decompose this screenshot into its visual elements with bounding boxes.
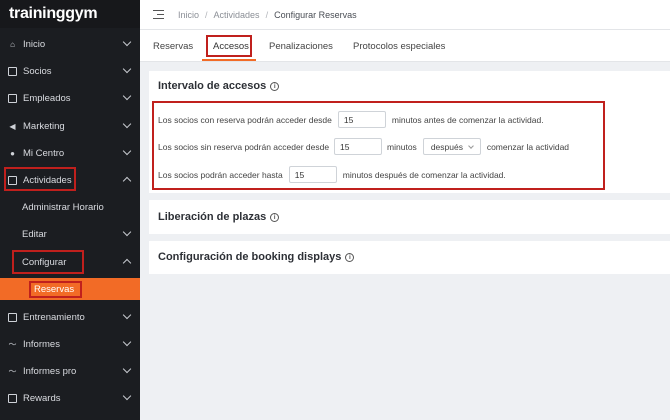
breadcrumb-inicio[interactable]: Inicio: [178, 10, 199, 20]
chevron-down-icon: [122, 91, 132, 101]
section-title: Liberación de plazas i: [158, 211, 280, 223]
sidebar-item-label: Marketing: [23, 120, 65, 132]
row-middle-label: minutos: [387, 141, 417, 152]
row-label: Los socios podrán acceder hasta: [158, 169, 283, 180]
sidebar-item-informes[interactable]: 〜 Informes: [0, 332, 140, 356]
chevron-up-icon: [122, 176, 132, 186]
sidebar-item-administrar-horario[interactable]: Administrar Horario: [0, 195, 140, 219]
sidebar-item-label: Configurar: [22, 256, 67, 268]
sidebar-item-label: Editar: [22, 228, 47, 240]
id-card-icon: [8, 66, 17, 76]
section-title-text: Configuración de booking displays: [158, 251, 342, 263]
chart-line-icon: 〜: [8, 339, 17, 349]
sidebar-item-label: Inicio: [23, 38, 46, 50]
sidebar-item-editar[interactable]: Editar: [0, 222, 140, 246]
row-label: Los socios sin reserva podrán acceder de…: [158, 141, 330, 152]
section-title-text: Liberación de plazas: [158, 211, 267, 223]
section-title-text: Intervalo de accesos: [158, 80, 267, 92]
chevron-down-icon: [122, 146, 132, 156]
chevron-down-icon: [122, 37, 132, 47]
sidebar-item-entrenamiento[interactable]: Entrenamiento: [0, 305, 140, 329]
sidebar-item-label: Administrar Horario: [22, 201, 104, 213]
sidebar-item-inicio[interactable]: ⌂ Inicio: [0, 32, 140, 56]
sidebar-item-label: Informes: [23, 338, 60, 350]
panel-booking-displays[interactable]: Configuración de booking displays i: [149, 241, 670, 274]
clipboard-icon: [8, 312, 17, 322]
gift-icon: [8, 393, 17, 403]
tab-protocolos-especiales[interactable]: Protocolos especiales: [353, 41, 445, 52]
megaphone-icon: ◀: [9, 121, 16, 131]
minutes-until-input[interactable]: 15: [288, 166, 337, 183]
location-pin-icon: ●: [10, 148, 15, 158]
chevron-down-icon: [122, 364, 132, 374]
tab-reservas[interactable]: Reservas: [153, 41, 193, 52]
select-value: después: [430, 141, 463, 152]
minutes-before-input[interactable]: 15: [337, 111, 386, 128]
calendar-icon: [8, 175, 17, 185]
chart-line-icon: 〜: [8, 366, 17, 376]
sidebar-item-label: Socios: [23, 65, 52, 77]
sidebar-item-label: Rewards: [23, 392, 61, 404]
panel-liberacion-plazas[interactable]: Liberación de plazas i: [149, 200, 670, 234]
sidebar-item-informes-pro[interactable]: 〜 Informes pro: [0, 359, 140, 383]
chevron-down-icon: [467, 143, 474, 149]
chevron-down-icon: [122, 337, 132, 347]
sidebar-item-label: Actividades: [23, 174, 72, 186]
panel-intervalo-accesos: Intervalo de accesos i Los socios con res…: [149, 71, 670, 193]
sidebar-item-label: Empleados: [23, 92, 71, 104]
badge-icon: [8, 93, 17, 103]
chevron-down-icon: [122, 391, 132, 401]
sidebar-item-actividades[interactable]: Actividades: [0, 168, 140, 192]
row-suffix: minutos después de comenzar la actividad…: [342, 169, 506, 180]
sidebar-item-label: Reservas: [34, 283, 75, 295]
chevron-down-icon: [122, 64, 132, 74]
sidebar-item-label: Mi Centro: [23, 147, 65, 159]
row-label: Los socios con reserva podrán acceder de…: [158, 114, 332, 125]
chevron-up-icon: [122, 258, 132, 268]
info-icon[interactable]: i: [270, 82, 280, 91]
chevron-down-icon: [122, 119, 132, 129]
topbar: Inicio / Actividades / Configurar Reserv…: [140, 0, 670, 30]
row-con-reserva: Los socios con reserva podrán acceder de…: [158, 111, 544, 128]
sidebar-item-rewards[interactable]: Rewards: [0, 386, 140, 410]
breadcrumb: Inicio / Actividades / Configurar Reserv…: [178, 10, 357, 20]
breadcrumb-current: Configurar Reservas: [274, 9, 357, 20]
home-icon: ⌂: [10, 39, 15, 49]
breadcrumb-separator: /: [265, 9, 269, 20]
row-suffix: minutos antes de comenzar la actividad.: [391, 114, 544, 125]
sidebar-item-empleados[interactable]: Empleados: [0, 86, 140, 110]
sidebar-item-mi-centro[interactable]: ● Mi Centro: [0, 141, 140, 165]
tab-bar: Reservas Accesos Penalizaciones Protocol…: [140, 30, 670, 62]
sidebar-item-label: Informes pro: [23, 365, 77, 377]
sidebar-item-marketing[interactable]: ◀ Marketing: [0, 114, 140, 138]
breadcrumb-actividades[interactable]: Actividades: [214, 10, 260, 20]
chevron-down-icon: [122, 227, 132, 237]
sidebar-item-label: Entrenamiento: [23, 311, 85, 323]
chevron-down-icon: [122, 310, 132, 320]
sidebar-item-socios[interactable]: Socios: [0, 59, 140, 83]
info-icon[interactable]: i: [270, 213, 280, 222]
breadcrumb-separator: /: [205, 9, 208, 20]
tab-penalizaciones[interactable]: Penalizaciones: [269, 41, 333, 52]
brand-logo[interactable]: traininggym: [0, 0, 140, 28]
row-suffix: comenzar la actividad: [486, 141, 570, 152]
tab-accesos[interactable]: Accesos: [213, 41, 249, 52]
sidebar: traininggym ⌂ Inicio Socios Empleados ◀ …: [0, 0, 140, 420]
menu-collapse-icon[interactable]: [153, 10, 164, 20]
sidebar-item-configurar[interactable]: Configurar: [0, 250, 140, 274]
minutes-sin-reserva-input[interactable]: 15: [334, 138, 383, 155]
section-title: Configuración de booking displays i: [158, 251, 355, 263]
section-title: Intervalo de accesos i: [158, 80, 280, 92]
sidebar-item-reservas[interactable]: Reservas: [0, 278, 140, 300]
info-icon[interactable]: i: [345, 253, 355, 262]
before-after-select[interactable]: después: [422, 138, 481, 155]
row-acceder-hasta: Los socios podrán acceder hasta 15 minut…: [158, 166, 506, 183]
active-tab-indicator: [202, 59, 256, 61]
row-sin-reserva: Los socios sin reserva podrán acceder de…: [158, 138, 569, 155]
